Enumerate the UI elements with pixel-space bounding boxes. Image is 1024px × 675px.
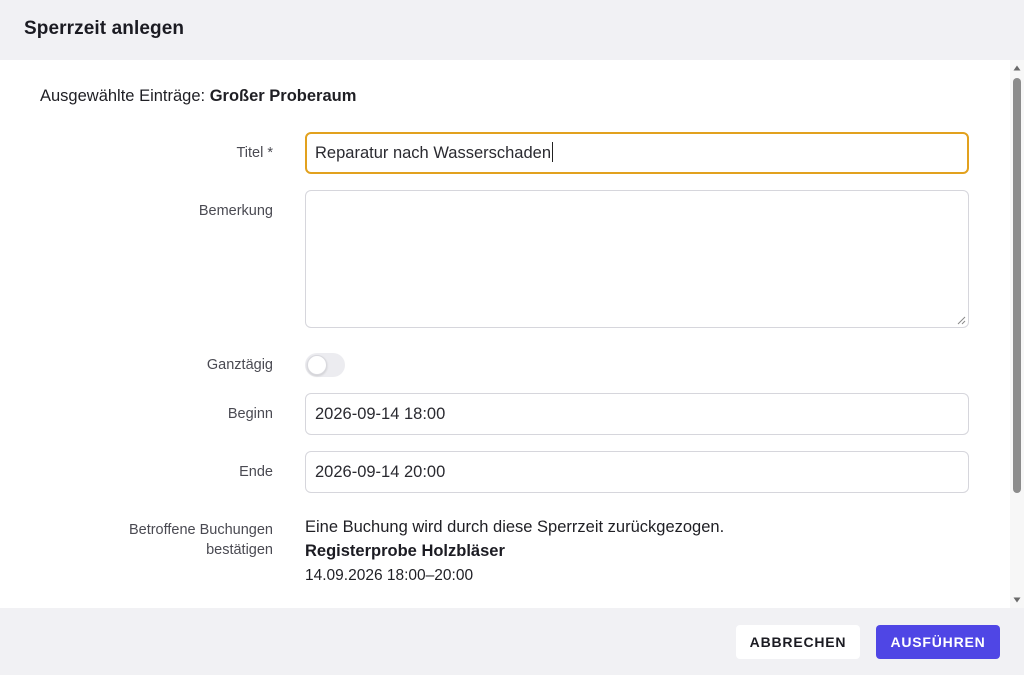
affected-booking-time: 14.09.2026 18:00–20:00 xyxy=(305,567,474,584)
affected-booking-name: Registerprobe Holzbläser xyxy=(305,542,505,560)
scroll-down-arrow-icon[interactable] xyxy=(1013,596,1021,604)
start-input-value: 2026-09-14 18:00 xyxy=(315,405,446,423)
remark-label: Bemerkung xyxy=(198,203,273,219)
scroll-up-arrow-icon[interactable] xyxy=(1013,64,1021,72)
scrollbar[interactable] xyxy=(1010,60,1024,608)
all-day-toggle[interactable] xyxy=(305,353,345,377)
title-input[interactable]: Reparatur nach Wasserschaden xyxy=(305,132,969,174)
start-input[interactable]: 2026-09-14 18:00 xyxy=(305,393,969,435)
selected-entries-prefix: Ausgewählte Einträge: xyxy=(40,87,206,105)
remark-textarea[interactable] xyxy=(305,190,969,328)
affected-label-line1: Betroffene Buchungen xyxy=(128,522,273,538)
cancel-button[interactable]: ABBRECHEN xyxy=(736,625,860,659)
title-label: Titel * xyxy=(236,145,273,161)
scrollbar-thumb[interactable] xyxy=(1013,78,1021,493)
affected-label-line2: bestätigen xyxy=(206,542,273,558)
selected-entries: Ausgewählte Einträge: Großer Proberaum xyxy=(40,87,356,106)
dialog-title: Sperrzeit anlegen xyxy=(24,18,185,39)
end-input[interactable]: 2026-09-14 20:00 xyxy=(305,451,969,493)
selected-entries-value: Großer Proberaum xyxy=(209,87,357,105)
affected-message: Eine Buchung wird durch diese Sperrzeit … xyxy=(305,518,725,536)
resize-grip-icon[interactable] xyxy=(957,316,966,325)
title-input-value: Reparatur nach Wasserschaden xyxy=(315,144,552,162)
dialog-header: Sperrzeit anlegen xyxy=(0,0,1024,60)
end-input-value: 2026-09-14 20:00 xyxy=(315,463,446,481)
text-caret xyxy=(552,142,554,162)
dialog-body: Ausgewählte Einträge: Großer Proberaum T… xyxy=(0,60,1010,608)
all-day-label: Ganztägig xyxy=(206,357,273,373)
execute-button[interactable]: AUSFÜHREN xyxy=(876,625,1000,659)
affected-bookings-label: Betroffene Buchungen bestätigen xyxy=(53,520,273,560)
end-label: Ende xyxy=(239,464,273,480)
toggle-knob xyxy=(307,355,327,375)
dialog-footer: ABBRECHEN AUSFÜHREN xyxy=(0,608,1024,675)
start-label: Beginn xyxy=(227,406,273,422)
